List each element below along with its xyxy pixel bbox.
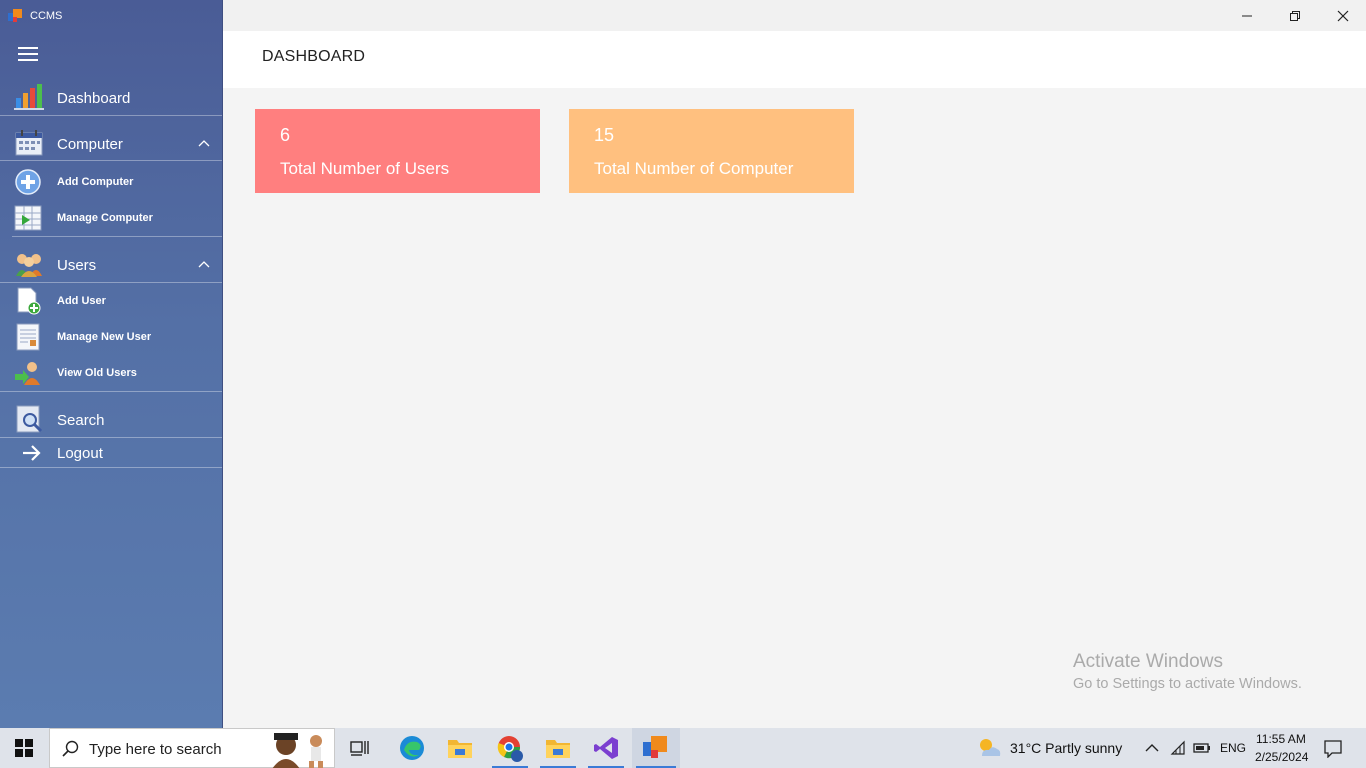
divider bbox=[0, 115, 222, 116]
sidebar-item-add-computer[interactable]: Add Computer bbox=[0, 168, 222, 196]
folder-icon bbox=[546, 740, 570, 758]
page-title: DASHBOARD bbox=[262, 48, 366, 65]
sidebar-item-label: Manage Computer bbox=[57, 212, 153, 224]
sidebar-item-label: Manage New User bbox=[57, 331, 152, 343]
restore-button[interactable] bbox=[1272, 0, 1318, 31]
document-list-icon bbox=[16, 323, 40, 351]
sidebar-item-label: Computer bbox=[57, 136, 123, 153]
add-document-icon bbox=[17, 287, 41, 315]
divider bbox=[0, 282, 222, 283]
weather-text[interactable]: 31°C Partly sunny bbox=[1010, 740, 1122, 756]
sidebar-item-label: View Old Users bbox=[57, 367, 137, 379]
weather-partly-sunny-icon[interactable] bbox=[976, 736, 1002, 760]
app-title: CCMS bbox=[30, 10, 63, 22]
window-title-bar bbox=[223, 0, 1366, 31]
sidebar-item-search[interactable]: Search bbox=[0, 404, 222, 436]
watermark-title: Activate Windows bbox=[1073, 651, 1223, 672]
sidebar-item-label: Users bbox=[57, 257, 97, 274]
edge-browser-icon bbox=[400, 736, 424, 760]
hamburger-menu-icon[interactable] bbox=[18, 47, 38, 61]
divider bbox=[0, 467, 222, 468]
close-button[interactable] bbox=[1320, 0, 1366, 31]
users-count-label: Total Number of Users bbox=[280, 159, 450, 178]
divider bbox=[0, 437, 222, 438]
app-logo-icon bbox=[643, 736, 667, 758]
taskbar-edge[interactable] bbox=[390, 728, 434, 768]
sidebar-item-label: Search bbox=[57, 412, 105, 429]
sidebar-item-dashboard[interactable]: Dashboard bbox=[0, 82, 222, 114]
divider bbox=[0, 391, 222, 392]
close-icon bbox=[1337, 10, 1349, 21]
sidebar-item-label: Logout bbox=[57, 445, 103, 462]
bar-chart-icon bbox=[14, 84, 44, 110]
folder-icon bbox=[448, 740, 472, 758]
sidebar-item-manage-computer[interactable]: Manage Computer bbox=[0, 204, 222, 232]
user-arrow-icon bbox=[15, 362, 40, 385]
computers-count-card: 15 Total Number of Computer bbox=[569, 109, 854, 193]
taskbar-chrome[interactable] bbox=[488, 728, 532, 768]
divider bbox=[12, 236, 222, 237]
sidebar: CCMS Dashboard Computer Add Computer Man… bbox=[0, 0, 223, 728]
search-placeholder: Type here to search bbox=[89, 741, 222, 758]
battery-icon[interactable] bbox=[1193, 741, 1211, 755]
watermark-subtitle: Go to Settings to activate Windows. bbox=[1073, 676, 1302, 692]
notifications-icon[interactable] bbox=[1324, 740, 1342, 758]
users-count-card: 6 Total Number of Users bbox=[255, 109, 540, 193]
sidebar-item-label: Add Computer bbox=[57, 176, 134, 188]
users-group-icon bbox=[16, 254, 42, 277]
search-icon bbox=[16, 405, 43, 433]
app-title-bar: CCMS bbox=[8, 6, 62, 26]
search-icon bbox=[62, 740, 79, 757]
sidebar-item-manage-new-user[interactable]: Manage New User bbox=[0, 323, 222, 351]
search-highlight-illustration-icon bbox=[272, 733, 323, 768]
chevron-up-icon[interactable] bbox=[198, 138, 210, 150]
network-icon[interactable] bbox=[1170, 740, 1186, 756]
arrow-right-icon bbox=[23, 445, 41, 461]
app-logo-icon bbox=[8, 9, 24, 23]
chevron-up-icon[interactable] bbox=[1145, 742, 1159, 754]
users-count-value: 6 bbox=[280, 125, 291, 145]
divider bbox=[0, 160, 222, 161]
taskbar-search-box[interactable]: Type here to search bbox=[49, 728, 335, 768]
computers-count-label: Total Number of Computer bbox=[594, 159, 794, 178]
minimize-button[interactable] bbox=[1224, 0, 1270, 31]
sidebar-item-label: Dashboard bbox=[57, 90, 131, 107]
taskbar-ccms-app[interactable] bbox=[632, 728, 680, 768]
clock-time[interactable]: 11:55 AM bbox=[1256, 732, 1306, 746]
minimize-icon bbox=[1242, 15, 1252, 16]
task-view-icon bbox=[350, 741, 369, 756]
taskbar: Type here to search 31°C Partly sunny EN… bbox=[0, 728, 1366, 768]
computers-count-value: 15 bbox=[594, 125, 615, 145]
chevron-up-icon[interactable] bbox=[198, 259, 210, 271]
chrome-browser-icon bbox=[497, 736, 523, 762]
visual-studio-icon bbox=[594, 737, 618, 759]
restore-icon bbox=[1290, 10, 1300, 21]
sidebar-group-users[interactable]: Users bbox=[0, 249, 222, 281]
taskbar-file-explorer-2[interactable] bbox=[536, 728, 580, 768]
windows-logo-icon bbox=[15, 739, 33, 757]
start-button[interactable] bbox=[0, 728, 48, 768]
sidebar-item-view-old-users[interactable]: View Old Users bbox=[0, 359, 222, 387]
activation-watermark: Activate Windows Go to Settings to activ… bbox=[1073, 651, 1302, 692]
add-circle-icon bbox=[15, 169, 41, 195]
calendar-icon bbox=[15, 130, 43, 156]
sidebar-group-computer[interactable]: Computer bbox=[0, 128, 222, 160]
sidebar-item-label: Add User bbox=[57, 295, 106, 307]
sidebar-item-add-user[interactable]: Add User bbox=[0, 287, 222, 315]
page-header: DASHBOARD bbox=[223, 31, 1366, 88]
taskbar-file-explorer[interactable] bbox=[438, 728, 482, 768]
clock-date[interactable]: 2/25/2024 bbox=[1255, 750, 1308, 764]
language-indicator[interactable]: ENG bbox=[1220, 741, 1246, 755]
table-edit-icon bbox=[14, 205, 42, 231]
task-view-button[interactable] bbox=[340, 728, 380, 768]
sidebar-item-logout[interactable]: Logout bbox=[0, 441, 222, 465]
taskbar-visual-studio[interactable] bbox=[584, 728, 628, 768]
